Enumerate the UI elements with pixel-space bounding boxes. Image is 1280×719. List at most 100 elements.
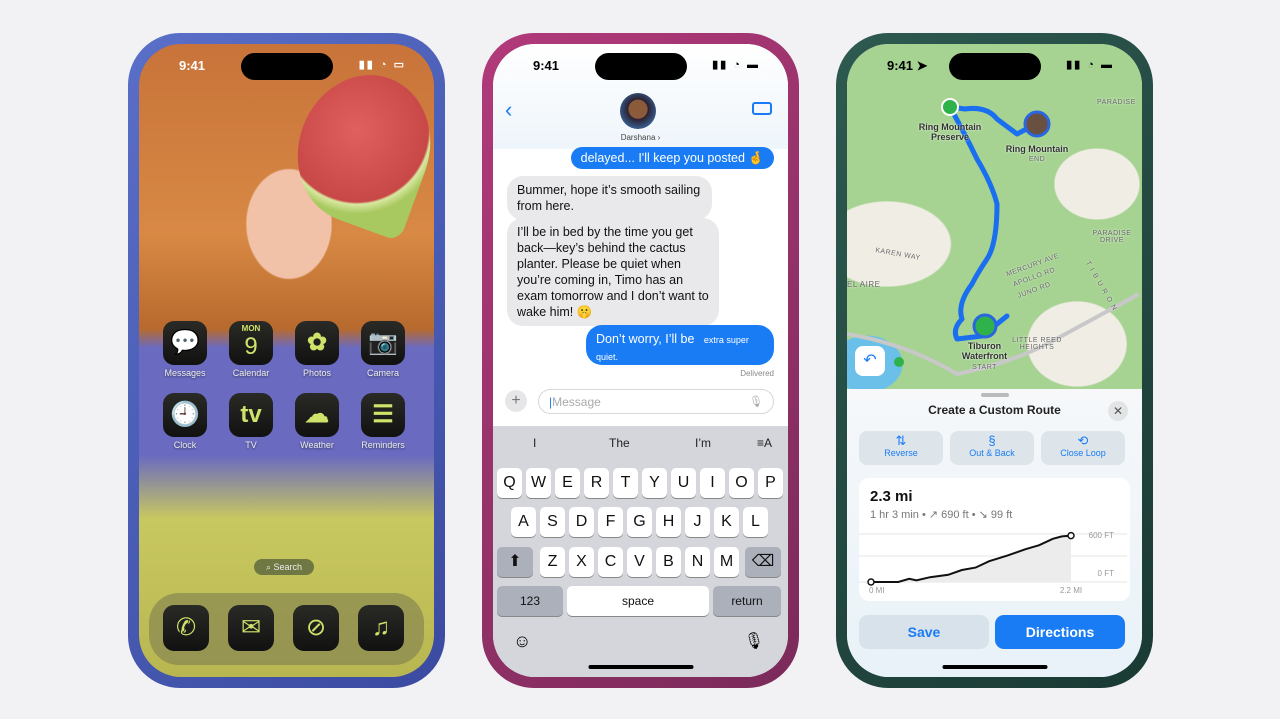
dictation-mic-icon[interactable]: 🎙: [744, 631, 764, 651]
signal-wifi-battery-icon: ▮▮ ◔ ▭: [358, 59, 406, 71]
delete-key[interactable]: ⌫: [745, 547, 781, 577]
app-weather[interactable]: ☁ Weather: [291, 393, 343, 450]
key-u[interactable]: U: [671, 468, 696, 498]
microphone-icon[interactable]: 🎙: [749, 395, 763, 408]
undo-icon[interactable]: ↶: [855, 346, 885, 376]
key-g[interactable]: G: [627, 507, 652, 537]
plus-icon[interactable]: +: [505, 390, 527, 412]
map-label: Ring Mountain Preserve: [918, 122, 982, 142]
text-format-icon[interactable]: ≡A: [757, 436, 772, 450]
loop-icon: ⟲: [1077, 433, 1089, 448]
search-label: Search: [273, 562, 303, 572]
key-k[interactable]: K: [714, 507, 739, 537]
key-h[interactable]: H: [656, 507, 681, 537]
suggestion[interactable]: I’m: [695, 436, 711, 450]
key-p[interactable]: P: [758, 468, 783, 498]
list-icon: ☰: [361, 393, 405, 437]
key-v[interactable]: V: [627, 547, 652, 577]
route-summary: 1 hr 3 min • ↗ 690 ft • ↘ 99 ft: [870, 509, 1013, 521]
button-label: Close Loop: [1060, 448, 1106, 458]
key-d[interactable]: D: [569, 507, 594, 537]
cloud-icon: ☁: [295, 393, 339, 437]
music-note-icon[interactable]: ♫: [358, 605, 404, 651]
home-indicator: [942, 665, 1047, 669]
app-tv[interactable]: tv TV: [225, 393, 277, 450]
key-l[interactable]: L: [743, 507, 768, 537]
mail-icon[interactable]: ✉: [228, 605, 274, 651]
app-camera[interactable]: 📷 Camera: [357, 321, 409, 378]
message-bubble-icon: 💬: [163, 321, 207, 365]
key-j[interactable]: J: [685, 507, 710, 537]
emoji-icon[interactable]: ☺: [513, 631, 531, 652]
key-c[interactable]: C: [598, 547, 623, 577]
app-label: Clock: [173, 440, 197, 450]
phone-messages: 9:41 ▮▮ ◔ ▬ ‹ Darshana › delayed... I'll…: [482, 33, 799, 688]
save-button[interactable]: Save: [859, 615, 989, 649]
avatar[interactable]: [620, 93, 656, 129]
app-label: Messages: [164, 368, 206, 378]
close-icon[interactable]: ✕: [1108, 401, 1128, 421]
sheet-title: Create a Custom Route: [928, 403, 1061, 417]
reverse-button[interactable]: ⇅ Reverse: [859, 431, 943, 465]
photos-flower-icon: ✿: [295, 321, 339, 365]
x-tick-label: 2.2 MI: [1060, 586, 1082, 595]
compass-icon[interactable]: ⊘: [293, 605, 339, 651]
app-messages[interactable]: 💬 Messages: [159, 321, 211, 378]
key-r[interactable]: R: [584, 468, 609, 498]
key-q[interactable]: Q: [497, 468, 522, 498]
out-and-back-button[interactable]: § Out & Back: [950, 431, 1034, 465]
key-s[interactable]: S: [540, 507, 565, 537]
home-indicator: [588, 665, 693, 669]
mountain-marker-icon[interactable]: [1023, 110, 1051, 138]
sheet-grabber[interactable]: [980, 393, 1009, 397]
message-input[interactable]: |Message 🎙: [538, 389, 774, 414]
key-o[interactable]: O: [729, 468, 754, 498]
messages-screen: 9:41 ▮▮ ◔ ▬ ‹ Darshana › delayed... I'll…: [493, 44, 788, 677]
key-w[interactable]: W: [526, 468, 551, 498]
directions-button[interactable]: Directions: [995, 615, 1125, 649]
trailhead-marker-icon[interactable]: [972, 313, 998, 339]
map-label: START: [972, 364, 997, 371]
key-x[interactable]: X: [569, 547, 594, 577]
map[interactable]: 9:41 ➤ ▮▮ ◔ ▬ Ring Mountain Preserve Rin…: [847, 44, 1142, 389]
preserve-marker[interactable]: [941, 98, 959, 116]
elevation-area: [871, 535, 1071, 582]
app-calendar[interactable]: MON 9 Calendar: [225, 321, 277, 378]
video-call-icon[interactable]: [752, 102, 772, 115]
phone-home-screen: 9:41 ▮▮ ◔ ▭ 💬 Messages MON 9 Calendar ✿ Photos…: [128, 33, 445, 688]
return-key[interactable]: return: [713, 586, 781, 616]
key-f[interactable]: F: [598, 507, 623, 537]
key-i[interactable]: I: [700, 468, 725, 498]
start-point: [867, 578, 875, 586]
apple-tv-icon: tv: [229, 393, 273, 437]
suggestion[interactable]: I: [533, 436, 536, 450]
key-m[interactable]: M: [714, 547, 739, 577]
button-label: Reverse: [884, 448, 918, 458]
contact-name[interactable]: Darshana ›: [493, 133, 788, 142]
app-reminders[interactable]: ☰ Reminders: [357, 393, 409, 450]
dynamic-island: [240, 53, 333, 80]
key-y[interactable]: Y: [642, 468, 667, 498]
space-key[interactable]: space: [567, 586, 709, 616]
app-clock[interactable]: 🕘 Clock: [159, 393, 211, 450]
message-bubble-received: I’ll be in bed by the time you get back—…: [507, 218, 719, 326]
end-point: [1067, 531, 1075, 540]
app-label: Camera: [366, 368, 399, 378]
key-z[interactable]: Z: [540, 547, 565, 577]
poi-marker: [894, 357, 904, 367]
search-button[interactable]: ⌕ Search: [254, 559, 314, 575]
suggestion[interactable]: The: [609, 436, 630, 450]
app-photos[interactable]: ✿ Photos: [291, 321, 343, 378]
camera-icon: 📷: [361, 321, 405, 365]
numbers-key[interactable]: 123: [497, 586, 563, 616]
key-t[interactable]: T: [613, 468, 638, 498]
key-a[interactable]: A: [511, 507, 536, 537]
back-chevron-icon[interactable]: ‹: [505, 97, 512, 123]
clock-icon: 🕘: [163, 393, 207, 437]
key-b[interactable]: B: [656, 547, 681, 577]
key-e[interactable]: E: [555, 468, 580, 498]
phone-icon[interactable]: ✆: [163, 605, 209, 651]
shift-key[interactable]: ⬆: [497, 547, 533, 577]
key-n[interactable]: N: [685, 547, 710, 577]
close-loop-button[interactable]: ⟲ Close Loop: [1041, 431, 1125, 465]
